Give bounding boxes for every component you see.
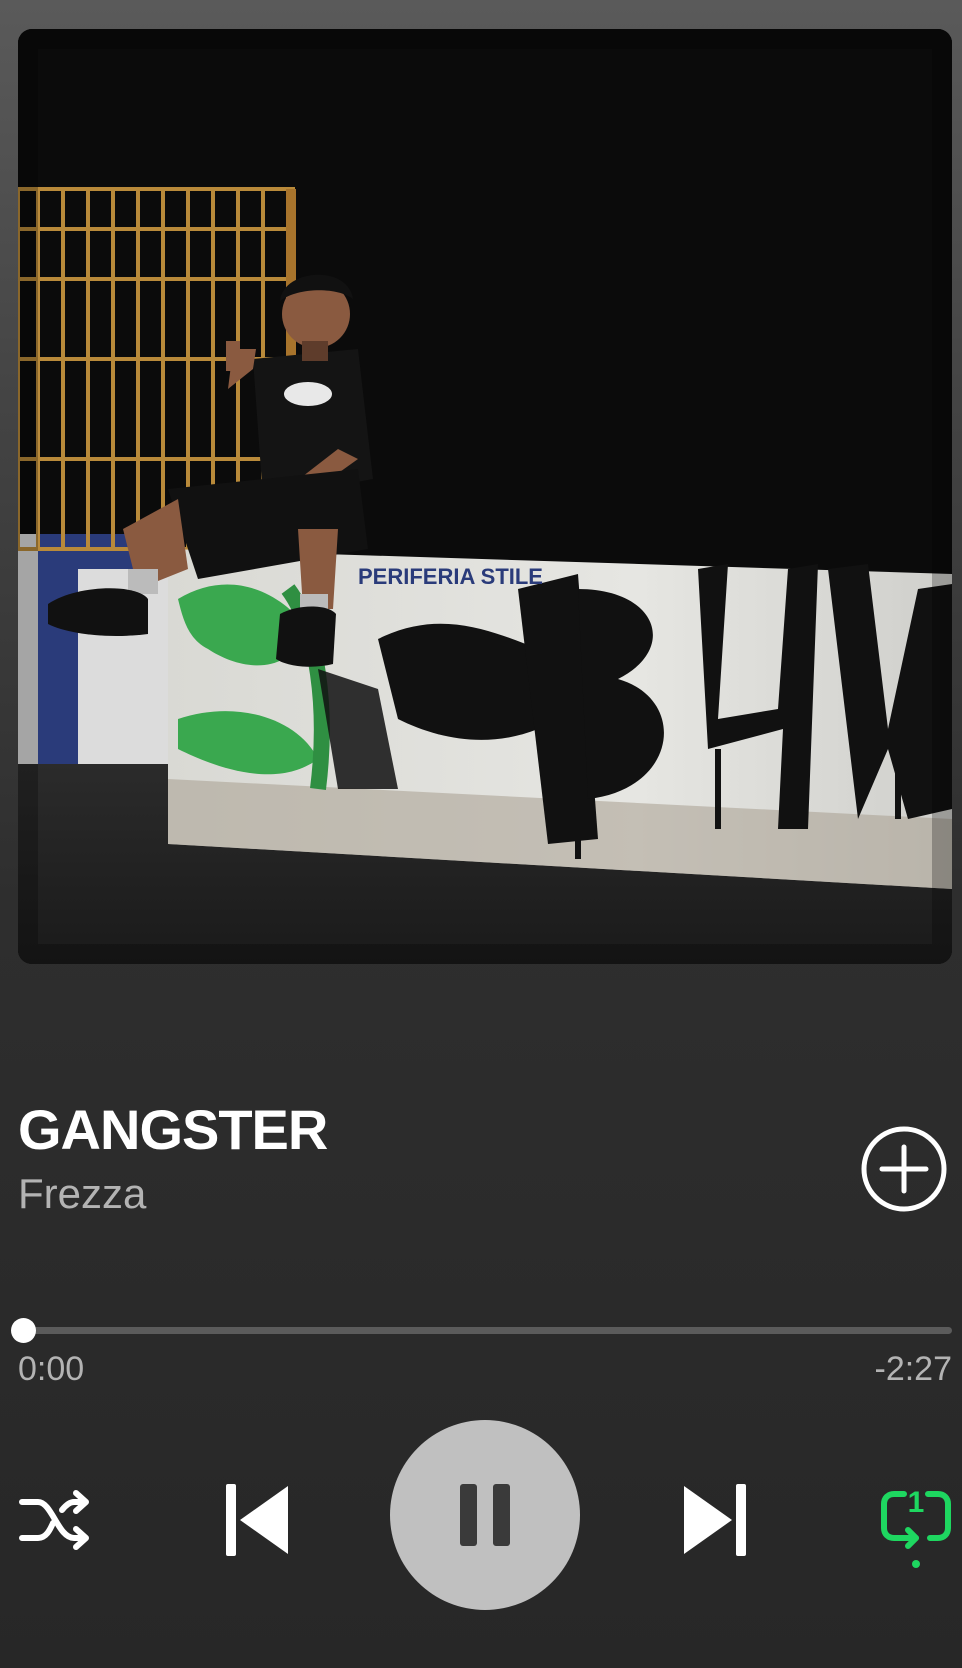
add-circle-icon (861, 1126, 947, 1212)
album-cover-image: PERIFERIA STILE (18, 29, 952, 964)
track-info: GANGSTER Frezza (18, 1098, 838, 1222)
add-to-library-button[interactable] (858, 1123, 950, 1215)
shuffle-icon (19, 1490, 89, 1550)
repeat-one-icon: 1 (881, 1486, 951, 1568)
repeat-active-dot (912, 1560, 920, 1568)
shuffle-button[interactable] (18, 1488, 94, 1552)
progress-scrubber-handle[interactable] (11, 1318, 36, 1343)
previous-track-button[interactable] (222, 1480, 292, 1560)
play-pause-button[interactable] (390, 1420, 580, 1610)
repeat-button[interactable]: 1 (880, 1482, 952, 1572)
progress-bar[interactable] (11, 1316, 952, 1344)
track-artist[interactable]: Frezza (18, 1166, 838, 1222)
playback-controls: 1 (0, 1420, 962, 1620)
remaining-time: -2:27 (874, 1350, 953, 1388)
next-track-button[interactable] (680, 1480, 750, 1560)
artwork-sticker-text: PERIFERIA STILE (358, 564, 543, 589)
progress-track[interactable] (18, 1327, 952, 1334)
album-artwork: PERIFERIA STILE (18, 29, 952, 964)
repeat-one-badge: 1 (908, 1486, 925, 1519)
track-title[interactable]: GANGSTER (18, 1098, 838, 1162)
skip-next-icon (684, 1484, 746, 1556)
skip-previous-icon (226, 1484, 288, 1556)
elapsed-time: 0:00 (18, 1350, 85, 1388)
